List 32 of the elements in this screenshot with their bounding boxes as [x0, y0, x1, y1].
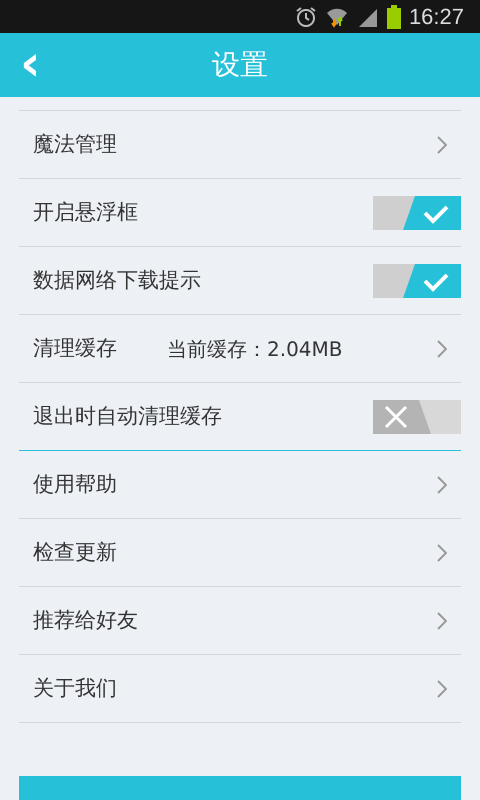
page-title: 设置 — [212, 47, 268, 83]
battery-icon — [386, 4, 401, 28]
settings-row[interactable]: 检查更新 — [19, 519, 461, 587]
row-label: 检查更新 — [33, 538, 117, 566]
row-label: 开启悬浮框 — [33, 198, 138, 226]
cache-size-value: 当前缓存：2.04MB — [167, 336, 343, 362]
settings-row[interactable]: 关于我们 — [19, 655, 461, 723]
chevron-icon — [437, 612, 447, 630]
row-label: 关于我们 — [33, 674, 117, 702]
toggle-switch[interactable] — [373, 264, 461, 298]
row-label: 退出时自动清理缓存 — [33, 402, 222, 430]
chevron-icon — [437, 136, 447, 154]
toggle-switch[interactable] — [373, 400, 461, 434]
settings-row[interactable]: 数据网络下载提示 — [19, 247, 461, 315]
row-label: 魔法管理 — [33, 130, 117, 158]
row-label: 清理缓存 — [33, 334, 117, 362]
chevron-icon — [437, 340, 447, 358]
settings-row[interactable]: 推荐给好友 — [19, 587, 461, 655]
signal-icon — [356, 6, 379, 26]
row-label: 使用帮助 — [33, 470, 117, 498]
row-label: 数据网络下载提示 — [33, 266, 201, 294]
row-label: 推荐给好友 — [33, 606, 138, 634]
settings-row[interactable]: 魔法管理 — [19, 111, 461, 179]
status-time: 16:27 — [408, 6, 464, 28]
chevron-icon — [437, 544, 447, 562]
chevron-icon — [437, 476, 447, 494]
settings-row[interactable]: 清理缓存 当前缓存：2.04MB — [19, 315, 461, 383]
toggle-switch[interactable] — [373, 196, 461, 230]
settings-row[interactable]: 使用帮助 — [19, 451, 461, 519]
alarm-icon — [294, 6, 317, 28]
settings-row[interactable]: 开启悬浮框 — [19, 179, 461, 247]
chevron-icon — [437, 680, 447, 698]
